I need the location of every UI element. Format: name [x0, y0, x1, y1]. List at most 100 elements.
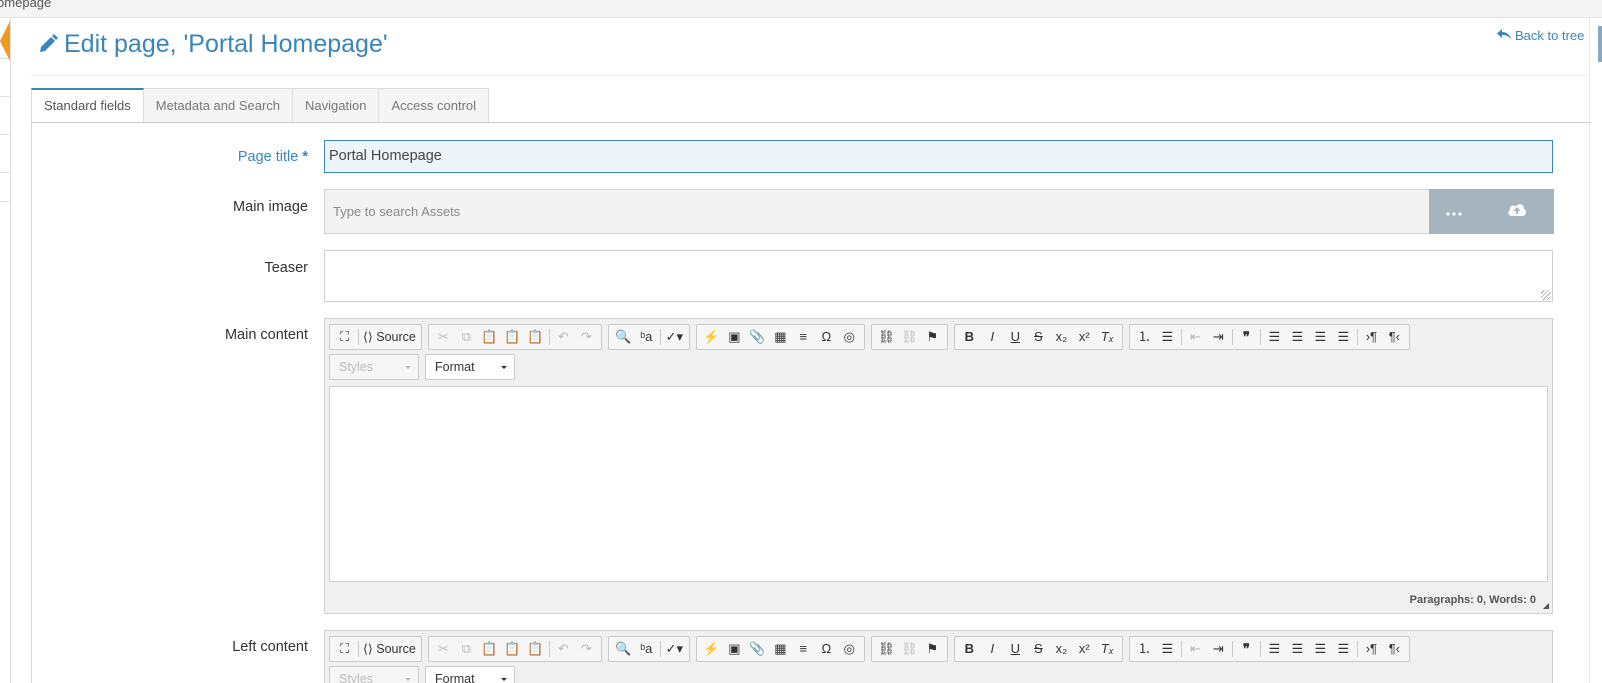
bold-icon[interactable]: B	[958, 326, 981, 348]
find-icon[interactable]: 🔍	[612, 638, 635, 660]
cut-icon[interactable]: ✂	[432, 326, 455, 348]
align-justify-icon[interactable]: ☰	[1332, 638, 1355, 660]
bulleted-list-icon[interactable]: ☰	[1156, 638, 1179, 660]
anchor-flag-icon[interactable]: ⚑	[921, 326, 944, 348]
resize-handle-icon[interactable]	[1541, 290, 1551, 300]
tab-access-control[interactable]: Access control	[379, 88, 490, 123]
replace-icon[interactable]: ᵇa	[635, 638, 658, 660]
copy-icon[interactable]: ⧉	[455, 326, 478, 348]
strikethrough-icon[interactable]: S	[1027, 326, 1050, 348]
table-icon[interactable]: ▦	[769, 638, 792, 660]
paste-text-icon[interactable]: 📋	[501, 638, 524, 660]
outdent-icon[interactable]: ⇤	[1184, 638, 1207, 660]
underline-icon[interactable]: U	[1004, 638, 1027, 660]
align-right-icon[interactable]: ☰	[1309, 638, 1332, 660]
format-dropdown[interactable]: Format	[425, 354, 515, 380]
subscript-icon[interactable]: x₂	[1050, 638, 1073, 660]
collapse-panel-arrow-icon[interactable]	[0, 21, 10, 61]
underline-icon[interactable]: U	[1004, 326, 1027, 348]
main-content-editable-area[interactable]	[329, 386, 1548, 582]
right-panel-handle[interactable]	[1598, 26, 1602, 62]
blockquote-icon[interactable]: ❞	[1235, 326, 1258, 348]
strikethrough-icon[interactable]: S	[1027, 638, 1050, 660]
align-left-icon[interactable]: ☰	[1263, 326, 1286, 348]
attachment-icon[interactable]: 📎	[746, 326, 769, 348]
numbered-list-icon[interactable]: ⒈	[1133, 638, 1156, 660]
magic-wand-icon[interactable]: ⚡	[700, 326, 723, 348]
upload-asset-button[interactable]	[1479, 189, 1554, 234]
link-icon[interactable]: ⛓	[875, 326, 898, 348]
styles-dropdown-label: Styles	[339, 672, 374, 683]
paste-word-icon[interactable]: 📋	[524, 638, 547, 660]
attachment-icon[interactable]: 📎	[746, 638, 769, 660]
special-char-icon[interactable]: Ω	[815, 638, 838, 660]
styles-dropdown[interactable]: Styles	[329, 354, 419, 380]
undo-icon[interactable]: ↶	[552, 638, 575, 660]
tab-navigation[interactable]: Navigation	[293, 88, 380, 123]
spellcheck-icon[interactable]: ✓▾	[663, 638, 686, 660]
teaser-textarea[interactable]	[324, 250, 1553, 302]
remove-format-icon[interactable]: Tₓ	[1096, 638, 1119, 660]
magic-wand-icon[interactable]: ⚡	[700, 638, 723, 660]
undo-icon[interactable]: ↶	[552, 326, 575, 348]
browse-assets-button[interactable]	[1429, 189, 1479, 234]
paste-icon[interactable]: 📋	[478, 638, 501, 660]
cut-icon[interactable]: ✂	[432, 638, 455, 660]
resize-handle-icon[interactable]: ◢	[1543, 601, 1549, 610]
copy-icon[interactable]: ⧉	[455, 638, 478, 660]
superscript-icon[interactable]: x²	[1073, 638, 1096, 660]
redo-icon[interactable]: ↷	[575, 638, 598, 660]
find-icon[interactable]: 🔍	[612, 326, 635, 348]
align-left-icon[interactable]: ☰	[1263, 638, 1286, 660]
image-icon[interactable]: ▣	[723, 326, 746, 348]
italic-icon[interactable]: I	[981, 326, 1004, 348]
paste-icon[interactable]: 📋	[478, 326, 501, 348]
tab-standard-fields[interactable]: Standard fields	[31, 88, 144, 123]
align-center-icon[interactable]: ☰	[1286, 638, 1309, 660]
iframe-icon[interactable]: ◎	[838, 638, 861, 660]
spellcheck-icon[interactable]: ✓▾	[663, 326, 686, 348]
bold-icon[interactable]: B	[958, 638, 981, 660]
redo-icon[interactable]: ↷	[575, 326, 598, 348]
main-image-selector[interactable]: Type to search Assets	[324, 189, 1554, 234]
paste-text-icon[interactable]: 📋	[501, 326, 524, 348]
bulleted-list-icon[interactable]: ☰	[1156, 326, 1179, 348]
ltr-icon[interactable]: ›¶	[1360, 638, 1383, 660]
source-button[interactable]: ⟨⟩ Source	[361, 326, 418, 348]
source-button[interactable]: ⟨⟩ Source	[361, 638, 418, 660]
superscript-icon[interactable]: x²	[1073, 326, 1096, 348]
paste-word-icon[interactable]: 📋	[524, 326, 547, 348]
image-icon[interactable]: ▣	[723, 638, 746, 660]
special-char-icon[interactable]: Ω	[815, 326, 838, 348]
horizontal-rule-icon[interactable]: ≡	[792, 638, 815, 660]
indent-icon[interactable]: ⇥	[1207, 638, 1230, 660]
back-to-tree-link[interactable]: Back to tree	[1497, 28, 1584, 43]
tab-metadata-and-search[interactable]: Metadata and Search	[143, 88, 294, 123]
anchor-flag-icon[interactable]: ⚑	[921, 638, 944, 660]
numbered-list-icon[interactable]: ⒈	[1133, 326, 1156, 348]
blockquote-icon[interactable]: ❞	[1235, 638, 1258, 660]
format-dropdown[interactable]: Format	[425, 666, 515, 683]
rtl-icon[interactable]: ¶‹	[1383, 638, 1406, 660]
outdent-icon[interactable]: ⇤	[1184, 326, 1207, 348]
unlink-icon[interactable]: ⛓	[898, 326, 921, 348]
indent-icon[interactable]: ⇥	[1207, 326, 1230, 348]
maximize-icon[interactable]: ⛶	[333, 326, 356, 348]
horizontal-rule-icon[interactable]: ≡	[792, 326, 815, 348]
ltr-icon[interactable]: ›¶	[1360, 326, 1383, 348]
replace-icon[interactable]: ᵇa	[635, 326, 658, 348]
page-title-input[interactable]: Portal Homepage	[324, 140, 1553, 173]
subscript-icon[interactable]: x₂	[1050, 326, 1073, 348]
align-justify-icon[interactable]: ☰	[1332, 326, 1355, 348]
styles-dropdown[interactable]: Styles	[329, 666, 419, 683]
iframe-icon[interactable]: ◎	[838, 326, 861, 348]
link-icon[interactable]: ⛓	[875, 638, 898, 660]
rtl-icon[interactable]: ¶‹	[1383, 326, 1406, 348]
maximize-icon[interactable]: ⛶	[333, 638, 356, 660]
italic-icon[interactable]: I	[981, 638, 1004, 660]
align-center-icon[interactable]: ☰	[1286, 326, 1309, 348]
remove-format-icon[interactable]: Tₓ	[1096, 326, 1119, 348]
unlink-icon[interactable]: ⛓	[898, 638, 921, 660]
table-icon[interactable]: ▦	[769, 326, 792, 348]
align-right-icon[interactable]: ☰	[1309, 326, 1332, 348]
